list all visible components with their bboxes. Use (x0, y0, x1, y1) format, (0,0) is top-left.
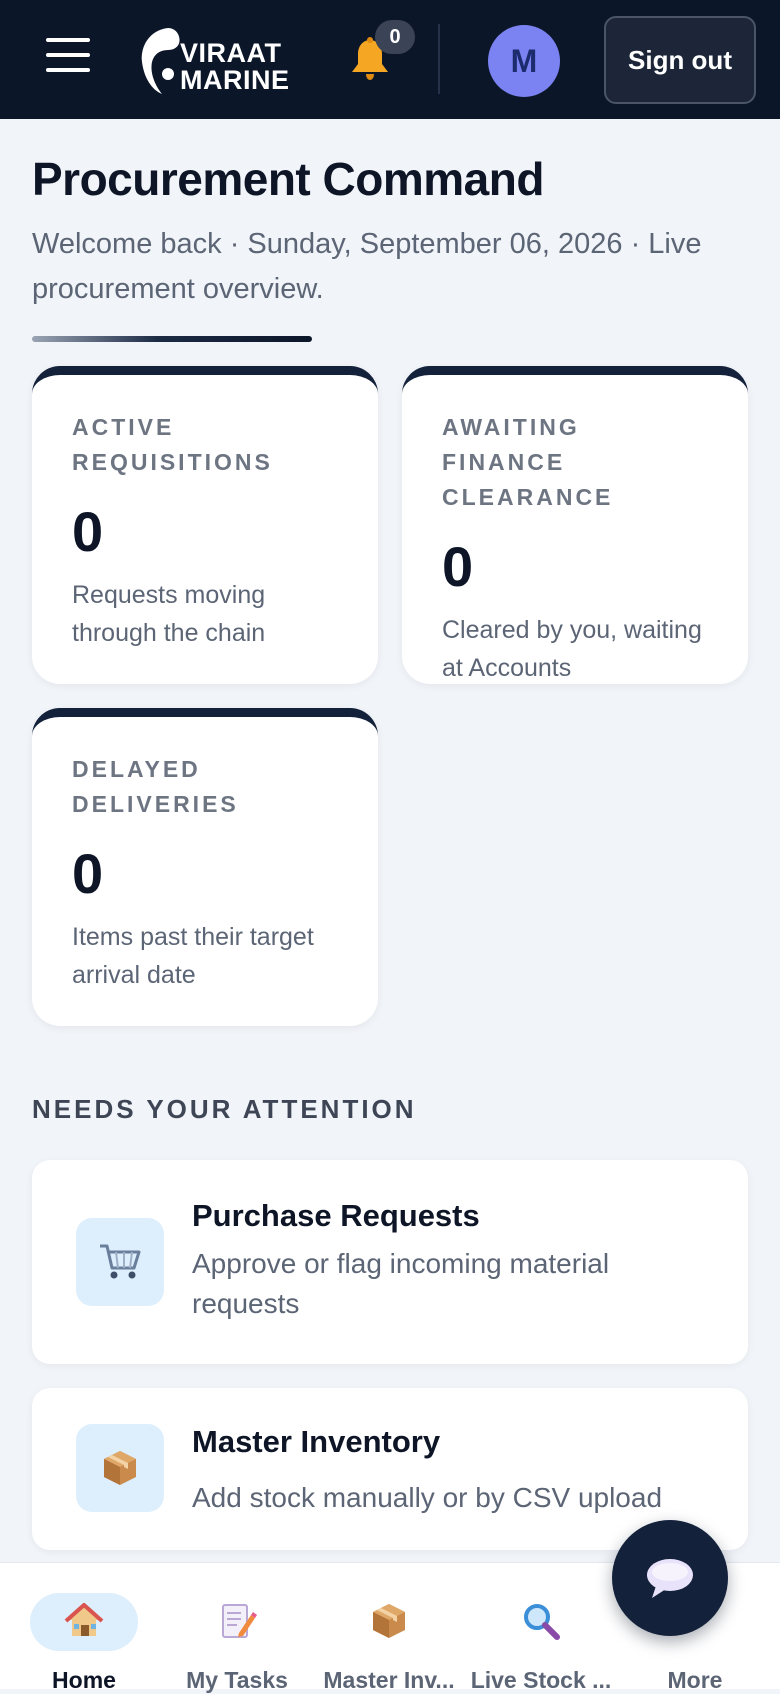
home-icon (64, 1601, 104, 1641)
shopping-cart-icon (76, 1218, 164, 1306)
magnifier-icon (521, 1601, 561, 1641)
title-underline (32, 336, 312, 342)
package-icon (76, 1424, 164, 1512)
stat-description: Cleared by you, waiting at Accounts (442, 616, 702, 682)
brand-line-1: VIRAAT (180, 38, 282, 68)
notification-count-badge: 0 (375, 20, 415, 54)
action-card-purchase-requests[interactable]: Purchase Requests Approve or flag incomi… (32, 1160, 748, 1364)
action-title: Master Inventory (192, 1424, 441, 1459)
stat-label: DELAYED DELIVERIES (72, 756, 239, 817)
nav-item-home[interactable]: Home (9, 1579, 159, 1693)
brand-name: VIRAAT MARINE (180, 40, 290, 94)
chat-button[interactable] (612, 1520, 728, 1636)
action-description: Approve or flag incoming material reques… (192, 1248, 610, 1319)
stat-value: 0 (72, 500, 104, 563)
hamburger-menu-icon[interactable] (46, 38, 90, 78)
stat-card-delayed-deliveries: DELAYED DELIVERIES 0 Items past their ta… (32, 708, 378, 1026)
nav-label: Master Inv... (323, 1667, 455, 1693)
stat-card-active-requisitions: ACTIVE REQUISITIONS 0 Requests moving th… (32, 366, 378, 684)
sign-out-button[interactable]: Sign out (604, 16, 756, 104)
brand-line-2: MARINE (180, 65, 290, 95)
nav-label: Live Stock ... (470, 1667, 612, 1693)
stat-value: 0 (72, 842, 104, 905)
stat-label: ACTIVE REQUISITIONS (72, 414, 273, 475)
nav-label: My Tasks (186, 1667, 288, 1693)
stat-description: Items past their target arrival date (72, 923, 314, 989)
action-title: Purchase Requests (192, 1198, 480, 1233)
stat-card-awaiting-finance-clearance: AWAITING FINANCE CLEARANCE 0 Cleared by … (402, 366, 748, 684)
viraat-marine-logo: VIRAAT MARINE (138, 24, 298, 96)
chat-bubble-icon (647, 1559, 693, 1598)
header-divider (438, 24, 440, 94)
stat-description: Requests moving through the chain (72, 581, 266, 647)
package-icon (369, 1601, 409, 1641)
memo-icon (217, 1601, 257, 1641)
nav-item-live-stock[interactable]: Live Stock ... (466, 1579, 616, 1693)
stat-label: AWAITING FINANCE CLEARANCE (442, 414, 614, 510)
action-description: Add stock manually or by CSV upload (192, 1482, 663, 1513)
top-app-bar: VIRAAT MARINE 0 M Sign out (0, 0, 780, 119)
stat-value: 0 (442, 535, 474, 598)
section-heading-needs-attention: NEEDS YOUR ATTENTION (32, 1094, 417, 1124)
nav-label: More (667, 1667, 723, 1693)
action-card-master-inventory[interactable]: Master Inventory Add stock manually or b… (32, 1388, 748, 1550)
page-title: Procurement Command (32, 153, 544, 205)
page-subtitle: Welcome back · Sunday, September 06, 202… (32, 228, 702, 305)
nav-label: Home (52, 1667, 116, 1693)
nav-item-master-inventory[interactable]: Master Inv... (314, 1579, 464, 1693)
user-avatar[interactable]: M (488, 25, 560, 97)
nav-item-my-tasks[interactable]: My Tasks (162, 1579, 312, 1693)
